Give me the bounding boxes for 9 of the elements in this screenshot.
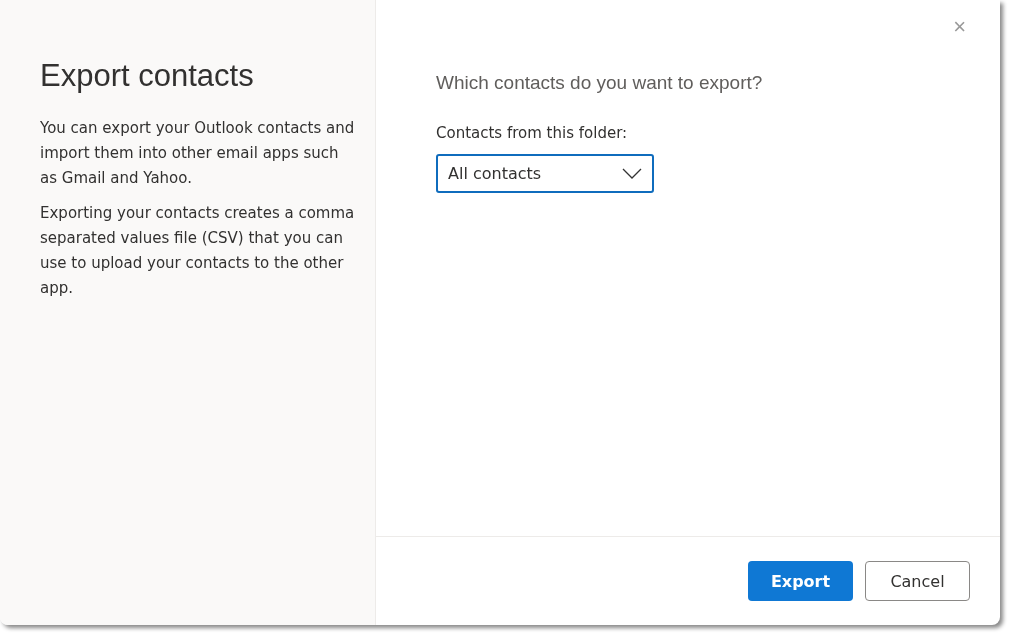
chevron-down-icon [622,168,642,179]
cancel-button[interactable]: Cancel [865,561,970,601]
question-text: Which contacts do you want to export? [436,72,764,94]
export-button[interactable]: Export [748,561,853,601]
dialog-title: Export contacts [40,58,255,94]
description-text: Exporting your contacts creates a comma separated values file (CSV) that you can use to upload your contacts to the other app. [40,203,355,299]
folder-dropdown[interactable]: All contacts [436,154,654,193]
description-text: You can export your Outlook contacts and import them into other email apps such as Gmail and Yahoo. [40,118,355,189]
field-label: Contacts from this folder: [436,124,629,142]
